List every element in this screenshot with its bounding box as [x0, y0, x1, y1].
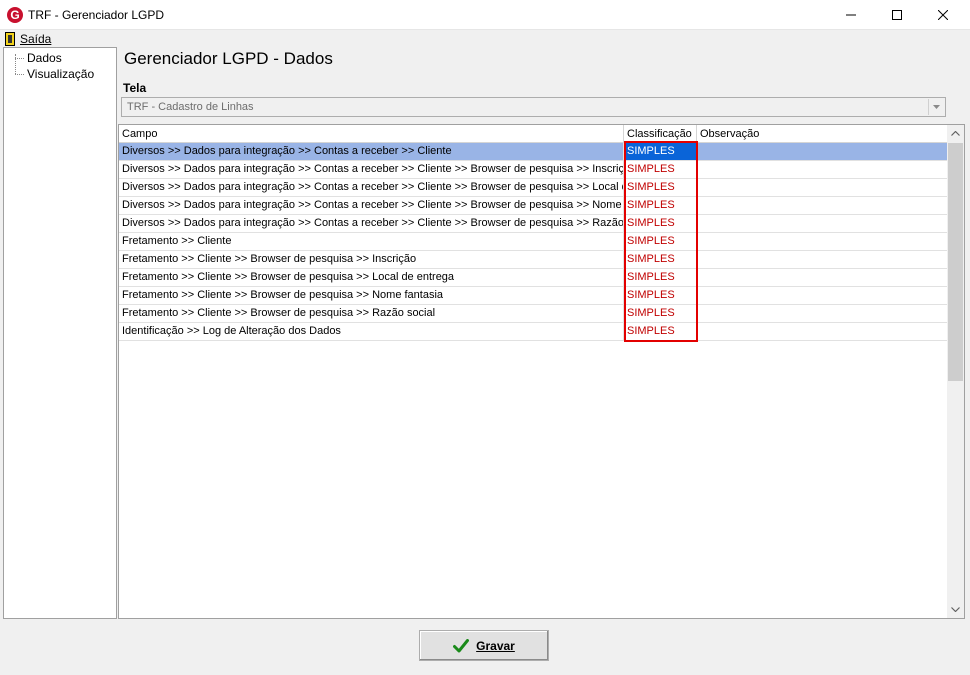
cell-observacao[interactable]: [697, 251, 947, 268]
minimize-icon: [846, 14, 856, 16]
cell-observacao[interactable]: [697, 197, 947, 214]
vertical-scrollbar[interactable]: [947, 125, 964, 618]
chevron-up-icon: [951, 131, 960, 136]
table-row[interactable]: Diversos >> Dados para integração >> Con…: [119, 179, 947, 197]
navigation-tree: Dados Visualização: [3, 47, 117, 619]
close-button[interactable]: [920, 0, 966, 30]
tree-branch: [15, 73, 24, 75]
table-row[interactable]: Diversos >> Dados para integração >> Con…: [119, 143, 947, 161]
cell-observacao[interactable]: [697, 287, 947, 304]
maximize-button[interactable]: [874, 0, 920, 30]
cell-campo[interactable]: Diversos >> Dados para integração >> Con…: [119, 197, 624, 214]
table-row[interactable]: Identificação >> Log de Alteração dos Da…: [119, 323, 947, 341]
table-row[interactable]: Fretamento >> Cliente SIMPLES: [119, 233, 947, 251]
menu-bar: Saída: [0, 30, 970, 47]
cell-campo[interactable]: Diversos >> Dados para integração >> Con…: [119, 161, 624, 178]
page-title: Gerenciador LGPD - Dados: [124, 49, 333, 68]
tela-select-value: TRF - Cadastro de Linhas: [127, 101, 254, 113]
cell-observacao[interactable]: [697, 161, 947, 178]
cell-campo[interactable]: Diversos >> Dados para integração >> Con…: [119, 215, 624, 232]
chevron-down-icon: [933, 105, 940, 109]
tree-item-label: Dados: [27, 51, 62, 65]
column-header-observacao[interactable]: Observação: [697, 125, 949, 143]
exit-door-icon: [5, 31, 15, 46]
window-title: TRF - Gerenciador LGPD: [28, 8, 165, 22]
save-button[interactable]: Gravar: [419, 630, 549, 661]
menu-exit-label: Saída: [20, 31, 52, 46]
maximize-icon: [892, 10, 902, 20]
column-header-campo[interactable]: Campo: [119, 125, 624, 143]
table-row[interactable]: Fretamento >> Cliente >> Browser de pesq…: [119, 251, 947, 269]
scroll-down-button[interactable]: [947, 601, 964, 618]
tree-item-label: Visualização: [27, 67, 95, 81]
tree-item-visualizacao[interactable]: Visualização: [15, 66, 94, 82]
cell-observacao[interactable]: [697, 215, 947, 232]
cell-observacao[interactable]: [697, 179, 947, 196]
title-bar: G TRF - Gerenciador LGPD: [0, 0, 970, 30]
tela-label: Tela: [123, 81, 147, 95]
cell-campo[interactable]: Fretamento >> Cliente >> Browser de pesq…: [119, 251, 624, 268]
cell-observacao[interactable]: [697, 269, 947, 286]
tree-branch: [15, 57, 24, 59]
table-row[interactable]: Fretamento >> Cliente >> Browser de pesq…: [119, 287, 947, 305]
cell-campo[interactable]: Fretamento >> Cliente: [119, 233, 624, 250]
scroll-up-button[interactable]: [947, 125, 964, 142]
cell-observacao[interactable]: [697, 233, 947, 250]
grid-header: Campo Classificação Observação: [119, 125, 949, 143]
tela-select[interactable]: TRF - Cadastro de Linhas: [121, 97, 946, 117]
cell-campo[interactable]: Fretamento >> Cliente >> Browser de pesq…: [119, 287, 624, 304]
close-icon: [938, 10, 948, 20]
app-logo-icon: G: [7, 7, 23, 23]
cell-campo[interactable]: Fretamento >> Cliente >> Browser de pesq…: [119, 269, 624, 286]
table-row[interactable]: Diversos >> Dados para integração >> Con…: [119, 161, 947, 179]
menu-exit[interactable]: Saída: [5, 31, 51, 46]
cell-campo[interactable]: Diversos >> Dados para integração >> Con…: [119, 143, 624, 160]
grid-rows: Diversos >> Dados para integração >> Con…: [119, 143, 947, 341]
table-row[interactable]: Fretamento >> Cliente >> Browser de pesq…: [119, 269, 947, 287]
cell-observacao[interactable]: [697, 143, 947, 160]
save-button-label: Gravar: [476, 638, 515, 653]
classification-highlight-box: [624, 141, 698, 342]
dropdown-button[interactable]: [928, 99, 944, 115]
table-row[interactable]: Diversos >> Dados para integração >> Con…: [119, 215, 947, 233]
table-row[interactable]: Diversos >> Dados para integração >> Con…: [119, 197, 947, 215]
scrollbar-thumb[interactable]: [948, 143, 963, 381]
cell-observacao[interactable]: [697, 305, 947, 322]
minimize-button[interactable]: [828, 0, 874, 30]
cell-observacao[interactable]: [697, 323, 947, 340]
cell-campo[interactable]: Fretamento >> Cliente >> Browser de pesq…: [119, 305, 624, 322]
data-grid: Campo Classificação Observação Diversos …: [118, 124, 965, 619]
table-row[interactable]: Fretamento >> Cliente >> Browser de pesq…: [119, 305, 947, 323]
checkmark-icon: [453, 638, 470, 652]
cell-campo[interactable]: Identificação >> Log de Alteração dos Da…: [119, 323, 624, 340]
cell-campo[interactable]: Diversos >> Dados para integração >> Con…: [119, 179, 624, 196]
chevron-down-icon: [951, 607, 960, 612]
tree-item-dados[interactable]: Dados: [15, 50, 62, 66]
